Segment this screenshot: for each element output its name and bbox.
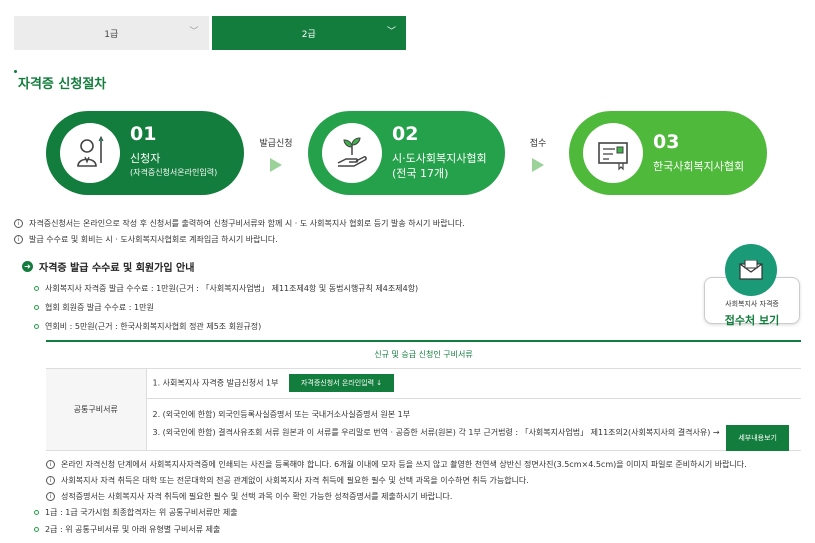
badge-line2: 접수처 보기 (724, 314, 780, 327)
step-sub-label: (자격증신청서온라인입력) (130, 168, 218, 177)
list-item: 1급 : 1급 국가시험 최종합격자는 위 공통구비서류만 제출 (34, 507, 238, 518)
list-item: 2급 : 위 공통구비서류 및 아래 유형별 구비서류 제출 (34, 524, 220, 535)
tab-label: 1급 (104, 29, 119, 40)
info-icon: i (46, 476, 55, 485)
step-korea-association: 03 한국사회복지사협회 (569, 111, 767, 195)
section-title: 자격증 신청절차 (18, 77, 107, 92)
list-item-text: 1급 : 1급 국가시험 최종합격자는 위 공통구비서류만 제출 (45, 508, 238, 517)
list-item: 사회복지사 자격증 발급 수수료 : 1만원(근거 : 「사회복지사업법」 제1… (34, 283, 418, 294)
step-sub-label: (전국 17개) (392, 167, 449, 180)
details-button[interactable]: 세부내용보기 (726, 424, 789, 451)
info-icon: i (46, 460, 55, 469)
info-icon: i (14, 219, 23, 228)
info-icon: i (14, 235, 23, 244)
step-number: 02 (392, 123, 419, 145)
list-item: 연회비 : 5만원(근거 : 한국사회복지사협회 정관 제5조 회원규정) (34, 321, 261, 332)
table-row: 2. (외국인에 한함) 외국인등록사실증명서 또는 국내거소사실증명서 원본 … (146, 397, 801, 451)
required-documents-table: 신규 및 승급 신청인 구비서류 공통구비서류 1. 사회복지사 자격증 발급신… (46, 340, 801, 451)
hand-sprout-icon (322, 123, 382, 183)
list-item-text: 사회복지사 자격증 발급 수수료 : 1만원(근거 : 「사회복지사업법」 제1… (45, 284, 419, 293)
chevron-down-icon: ﹀ (386, 27, 396, 37)
fee-heading-text: 자격증 발급 수수료 및 회원가입 안내 (39, 263, 195, 274)
notice-text: 사회복지사 자격 취득은 대학 또는 전문대학의 전공 관계없이 사회복지사 자… (61, 476, 529, 485)
fee-heading: ➜ 자격증 발급 수수료 및 회원가입 안내 (22, 259, 194, 274)
table-row: 1. 사회복지사 자격증 발급신청서 1부 자격증신청서 온라인입력 ↓ (146, 367, 801, 399)
arrow-label: 접수 (529, 139, 547, 149)
notice-text: 온라인 자격신청 단계에서 사회복지사자격증에 인쇄되는 사진을 등록해야 합니… (61, 460, 747, 469)
info-icon: i (46, 492, 55, 501)
envelope-icon (725, 244, 777, 296)
badge-line1: 사회복지사 자격증 (725, 300, 779, 308)
bullet-icon (34, 305, 39, 310)
table-header: 신규 및 승급 신청인 구비서류 (46, 340, 801, 369)
step-regional-association: 02 시·도사회복지사협회 (전국 17개) (308, 111, 505, 195)
triangle-right-icon (270, 158, 282, 172)
tab-grade-1[interactable]: 1급 ﹀ (14, 16, 209, 50)
step-number: 01 (130, 123, 157, 145)
arrow-label: 발급신청 (259, 139, 293, 149)
notice-text: 자격증신청서는 온라인으로 작성 후 신청서를 출력하여 신청구비서류와 함께 … (29, 219, 465, 228)
bullet-icon (34, 527, 39, 532)
bullet-icon (34, 324, 39, 329)
notice-text: 성적증명서는 사회복지사 자격 취득에 필요한 필수 및 선택 과목 이수 확인… (61, 492, 453, 501)
arrow-circle-icon: ➜ (22, 261, 33, 272)
list-item-text: 연회비 : 5만원(근거 : 한국사회복지사협회 정관 제5조 회원규정) (45, 322, 262, 331)
bullet-icon (34, 510, 39, 515)
list-item: 협회 회원증 발급 수수료 : 1만원 (34, 302, 154, 313)
row2-line1: 2. (외국인에 한함) 외국인등록사실증명서 또는 국내거소사실증명서 원본 … (152, 410, 411, 419)
list-item-text: 협회 회원증 발급 수수료 : 1만원 (45, 303, 154, 312)
certificate-icon (583, 123, 643, 183)
step-label: 신청자 (130, 152, 161, 165)
notice-line: i 성적증명서는 사회복지사 자격 취득에 필요한 필수 및 선택 과목 이수 … (46, 491, 452, 502)
notice-line: i 자격증신청서는 온라인으로 작성 후 신청서를 출력하여 신청구비서류와 함… (14, 218, 465, 229)
row-label: 공통구비서류 (46, 367, 147, 451)
reception-office-link[interactable]: 사회복지사 자격증 접수처 보기 (704, 244, 800, 327)
bullet-icon (34, 286, 39, 291)
row2-line2: 3. (외국인에 한함) 결격사유조회 서류 원본과 이 서류를 우리말로 번역… (152, 428, 720, 437)
row1-text: 1. 사회복지사 자격증 발급신청서 1부 (152, 378, 279, 388)
notice-line: i 발급 수수료 및 회비는 시 · 도사회복지사협회로 계좌입금 하시기 바랍… (14, 234, 278, 245)
step-label: 한국사회복지사협회 (653, 160, 745, 173)
tab-grade-2[interactable]: 2급 ﹀ (211, 16, 406, 50)
step-label: 시·도사회복지사협회 (392, 152, 487, 165)
arrow-step-1-2: 발급신청 (256, 136, 296, 172)
person-icon (60, 123, 120, 183)
step-applicant: 01 신청자 (자격증신청서온라인입력) (46, 111, 244, 195)
tab-label: 2급 (301, 29, 316, 40)
notice-line: i 사회복지사 자격 취득은 대학 또는 전문대학의 전공 관계없이 사회복지사… (46, 475, 529, 486)
online-application-button[interactable]: 자격증신청서 온라인입력 ↓ (288, 374, 395, 392)
notice-text: 발급 수수료 및 회비는 시 · 도사회복지사협회로 계좌입금 하시기 바랍니다… (29, 235, 278, 244)
grade-tabs: 1급 ﹀ 2급 ﹀ (14, 16, 406, 50)
chevron-down-icon: ﹀ (189, 27, 199, 37)
step-number: 03 (653, 131, 680, 153)
list-item-text: 2급 : 위 공통구비서류 및 아래 유형별 구비서류 제출 (45, 525, 221, 534)
notice-line: i 온라인 자격신청 단계에서 사회복지사자격증에 인쇄되는 사진을 등록해야 … (46, 459, 747, 470)
title-dot (14, 70, 17, 73)
arrow-step-2-3: 접수 (518, 136, 558, 172)
triangle-right-icon (532, 158, 544, 172)
